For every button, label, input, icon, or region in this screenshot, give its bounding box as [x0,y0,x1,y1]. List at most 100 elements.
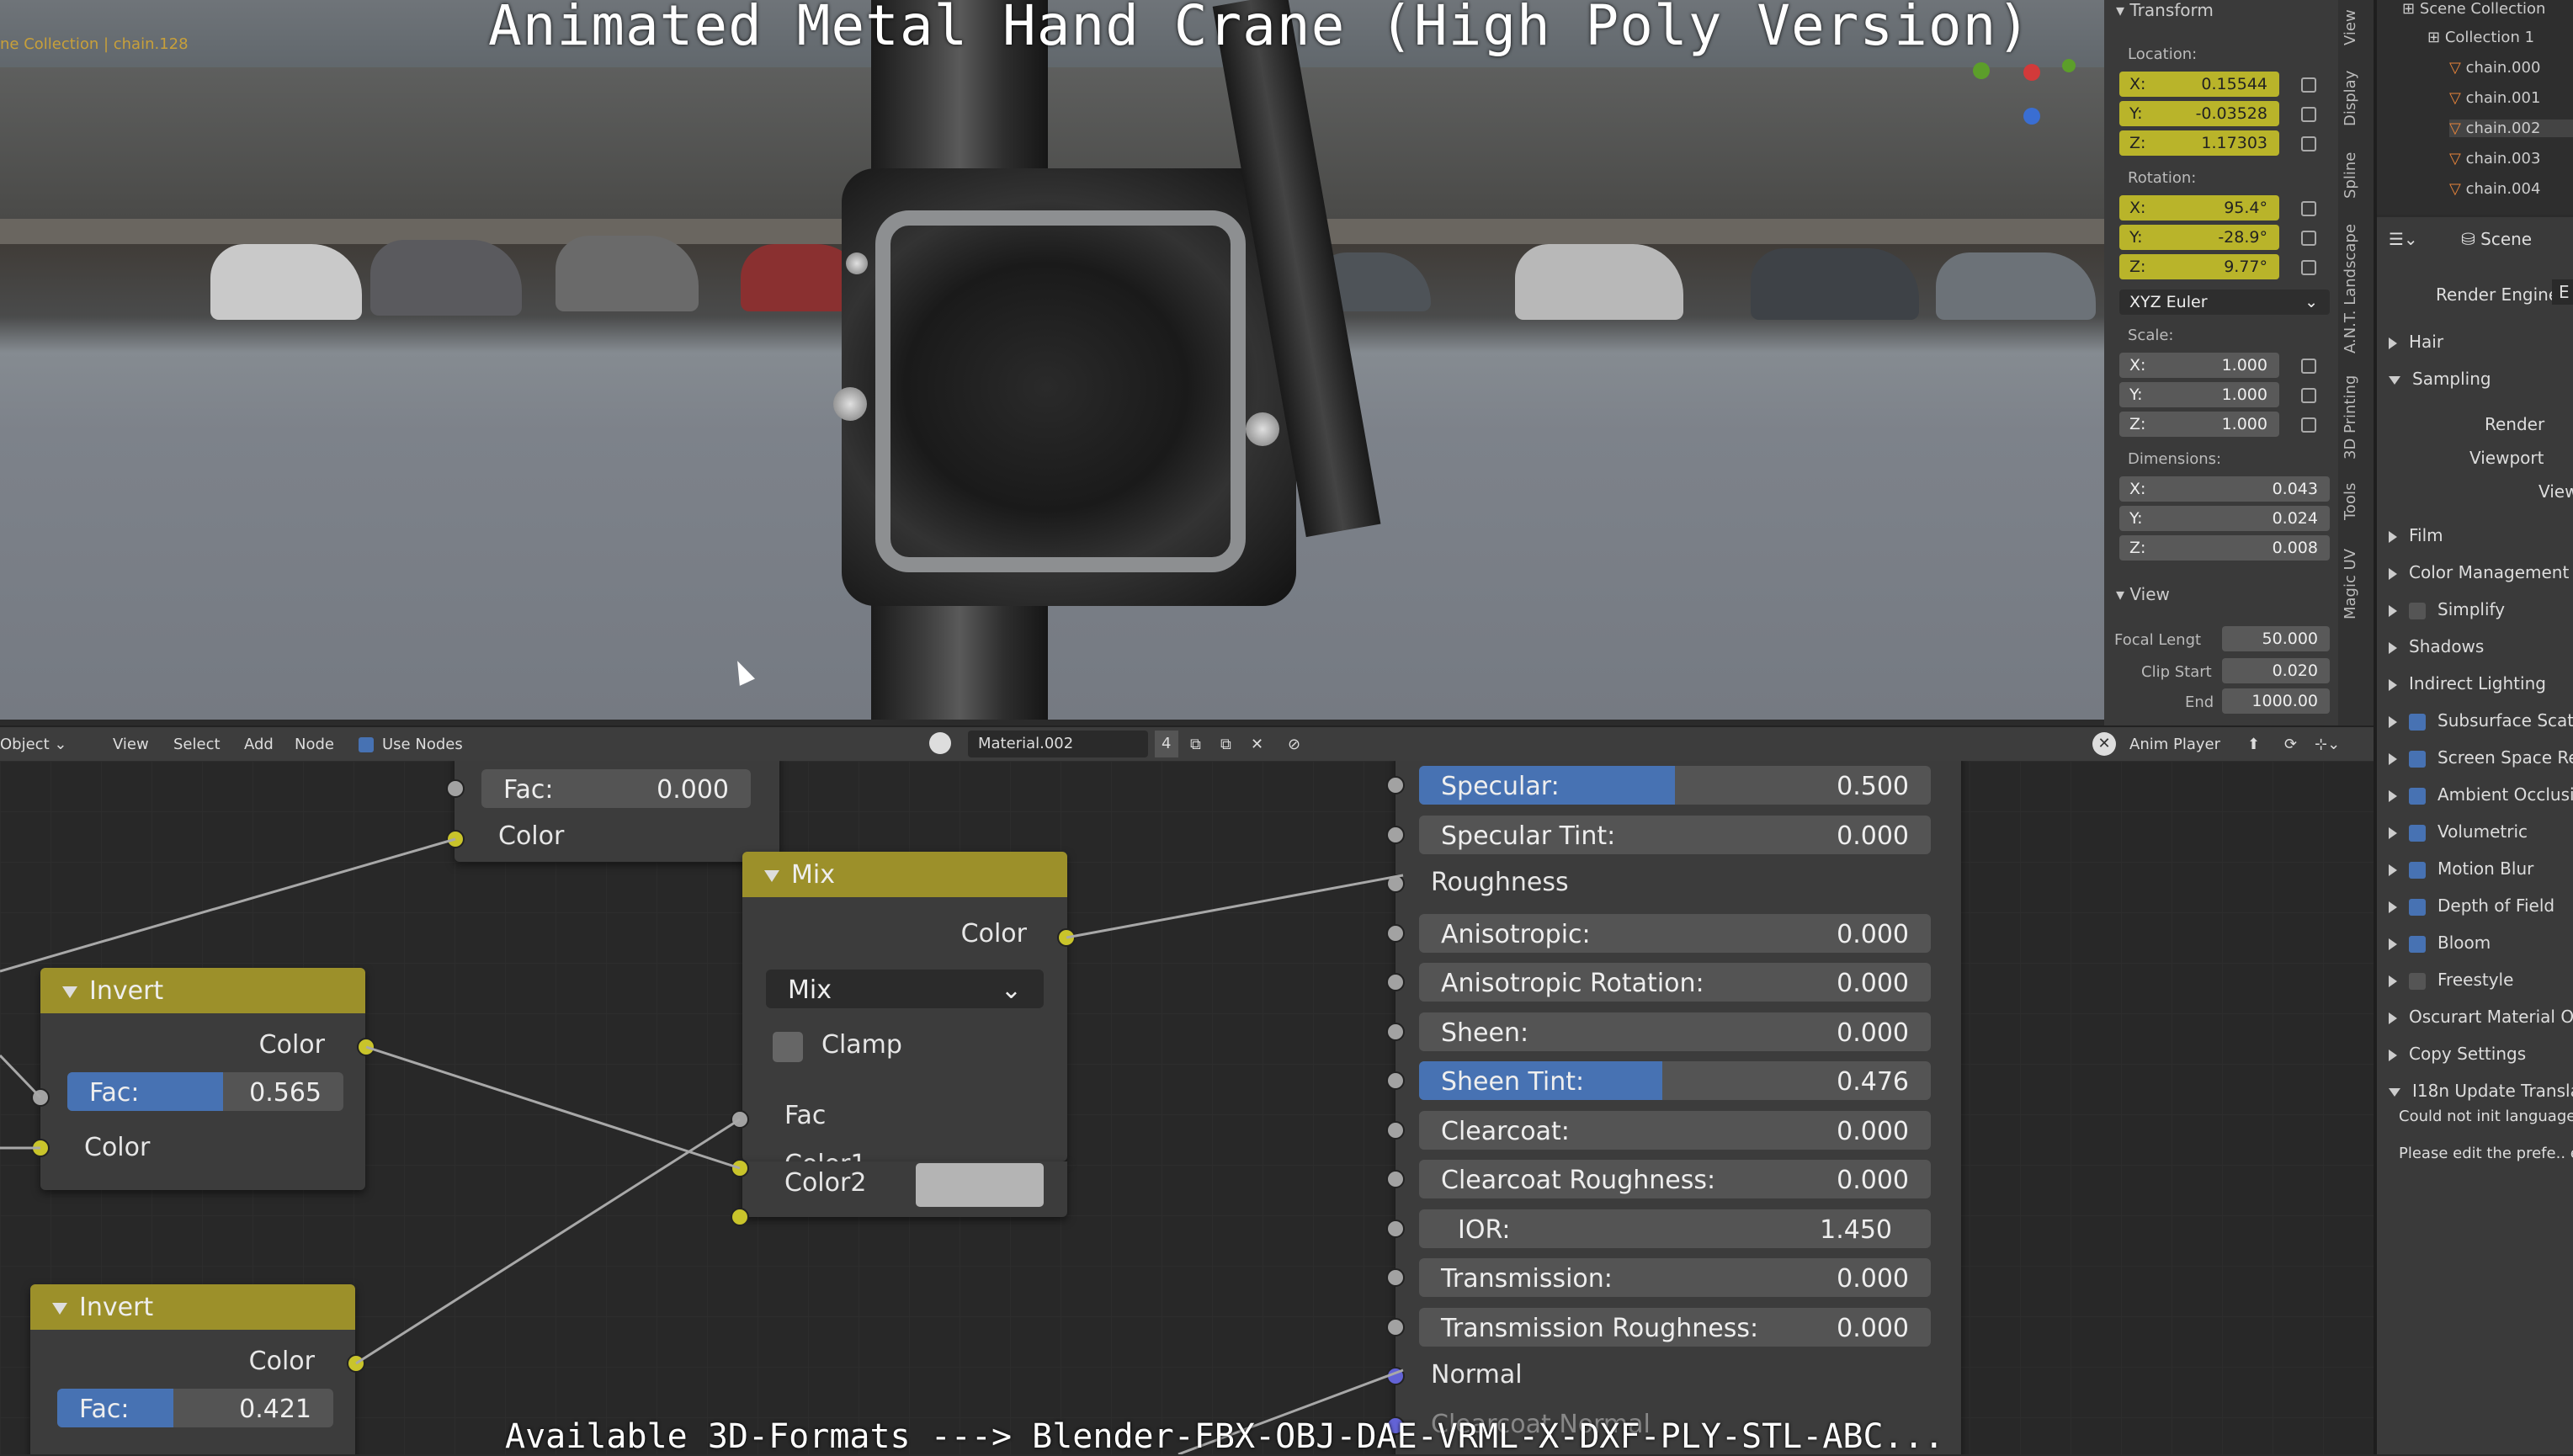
gizmo-z-axis[interactable] [2023,108,2040,125]
lock-icon[interactable] [2301,417,2316,433]
lock-icon[interactable] [2301,201,2316,216]
anim-player-button[interactable]: Anim Player [2129,736,2220,753]
view-panel-header[interactable]: ▾ View [2116,584,2170,604]
menu-view[interactable]: View [113,736,149,753]
focal-length-field[interactable]: 50.000 [2222,626,2330,651]
render-section[interactable]: Indirect Lighting [2389,673,2546,693]
location-y-field[interactable]: Y: -0.03528 [2119,101,2279,126]
scene-tab[interactable]: ⛁ Scene [2461,229,2532,249]
outliner-item[interactable]: ▽ chain.000 [2449,59,2540,77]
transform-header[interactable]: ▾ Transform [2116,0,2214,20]
render-section[interactable]: Subsurface Scat [2389,710,2573,731]
panel-hair[interactable]: Hair [2389,332,2443,352]
tab-tools[interactable]: Tools [2342,483,2359,520]
render-section[interactable]: Motion Blur [2389,858,2533,879]
mode-select[interactable]: Object ⌄ [0,736,66,753]
gizmo-y-axis[interactable] [1973,62,1990,79]
lock-icon[interactable] [2301,260,2316,275]
3d-viewport[interactable]: ne Collection | chain.128 [0,0,2104,720]
lock-icon[interactable] [2301,136,2316,151]
section-checkbox[interactable] [2409,602,2426,619]
render-section[interactable]: Screen Space Re [2389,747,2573,768]
section-checkbox[interactable] [2409,713,2426,731]
rotation-mode-select[interactable]: XYZ Euler ⌄ [2119,290,2330,315]
render-section[interactable]: Ambient Occlusi [2389,784,2573,805]
gizmo-x-axis[interactable] [2023,64,2040,81]
use-nodes-checkbox[interactable]: Use Nodes [359,736,463,753]
tab-3d-printing[interactable]: 3D Printing [2342,375,2359,460]
scale-z-field[interactable]: Z: 1.000 [2119,412,2279,437]
render-section[interactable]: I18n Update Transla [2389,1081,2573,1101]
anim-player-icon[interactable]: ✕ [2092,732,2116,756]
section-checkbox[interactable] [2409,898,2426,916]
tab-ant-landscape[interactable]: A.N.T. Landscape [2342,224,2359,353]
material-name-field[interactable]: Material.002 [968,731,1148,757]
clip-start-field[interactable]: 0.020 [2222,658,2330,683]
outliner-item[interactable]: ▽ chain.004 [2449,180,2540,198]
render-section[interactable]: Freestyle [2389,970,2513,990]
snap-icon[interactable]: ⟳ [2284,736,2297,753]
navigation-gizmo[interactable] [1961,50,2087,135]
section-checkbox[interactable] [2409,935,2426,953]
link [0,1054,42,1099]
outliner-item[interactable]: ▽ chain.003 [2449,150,2540,167]
dimension-x-field[interactable]: X: 0.043 [2119,476,2330,502]
tab-view[interactable]: View [2342,9,2359,45]
tab-spline[interactable]: Spline [2342,152,2359,199]
menu-select[interactable]: Select [173,736,221,753]
material-sphere-icon[interactable] [929,732,951,754]
outliner-item[interactable]: ▽ chain.002 [2449,120,2573,137]
section-checkbox[interactable] [2409,861,2426,879]
render-section[interactable]: Color Management [2389,562,2569,582]
location-x-field[interactable]: X: 0.15544 [2119,72,2279,97]
render-section[interactable]: Depth of Field [2389,895,2554,916]
fake-user-icon[interactable]: ⧉ [1190,736,1201,753]
dimension-z-field[interactable]: Z: 0.008 [2119,535,2330,561]
section-checkbox[interactable] [2409,824,2426,842]
render-section[interactable]: Oscurart Material O [2389,1007,2573,1027]
render-section[interactable]: Film [2389,525,2443,545]
tab-display[interactable]: Display [2342,71,2359,126]
menu-node[interactable]: Node [295,736,334,753]
render-engine-select[interactable]: E [2552,279,2573,305]
section-checkbox[interactable] [2409,787,2426,805]
dimension-y-field[interactable]: Y: 0.024 [2119,506,2330,531]
clip-end-field[interactable]: 1000.00 [2222,688,2330,714]
render-section[interactable]: Bloom [2389,933,2491,953]
render-section[interactable]: Simplify [2389,599,2505,619]
outliner-scene-collection[interactable]: ⊞ Scene Collection [2402,0,2545,18]
outliner-item[interactable]: ▽ chain.001 [2449,89,2540,107]
gizmo-y-neg[interactable] [2062,59,2076,72]
lock-icon[interactable] [2301,107,2316,122]
lock-icon[interactable] [2301,231,2316,246]
location-z-field[interactable]: Z: 1.17303 [2119,130,2279,156]
parked-car [556,236,699,311]
render-section[interactable]: Volumetric [2389,821,2528,842]
material-user-count[interactable]: 4 [1155,731,1178,757]
render-section[interactable]: Shadows [2389,636,2484,656]
scale-y-field[interactable]: Y: 1.000 [2119,382,2279,407]
pin-icon[interactable]: ⊘ [1288,736,1300,753]
panel-sampling[interactable]: Sampling [2389,369,2491,389]
scale-x-field[interactable]: X: 1.000 [2119,353,2279,378]
section-checkbox[interactable] [2409,750,2426,768]
rotation-x-field[interactable]: X: 95.4° [2119,195,2279,221]
tab-magic-uv[interactable]: Magic UV [2342,549,2359,619]
close-icon[interactable]: ✕ [1251,736,1263,753]
scale-label: Scale: [2128,327,2174,344]
section-checkbox[interactable] [2409,972,2426,990]
expand-arrow-icon [2389,789,2397,802]
copy-material-icon[interactable]: ⧉ [1220,736,1231,753]
lock-icon[interactable] [2301,77,2316,93]
rotation-y-field[interactable]: Y: -28.9° [2119,225,2279,250]
outliner-collection[interactable]: ⊞ Collection 1 [2427,29,2534,46]
lock-icon[interactable] [2301,388,2316,403]
editor-type-icon[interactable]: ☰⌄ [2389,229,2418,249]
expand-arrow-icon [2389,938,2397,950]
snap-mode-icon[interactable]: ⊹⌄ [2315,736,2340,753]
lock-icon[interactable] [2301,359,2316,374]
menu-add[interactable]: Add [244,736,274,753]
render-section[interactable]: Copy Settings [2389,1044,2526,1064]
parent-node-icon[interactable]: ⬆ [2247,736,2260,753]
rotation-z-field[interactable]: Z: 9.77° [2119,254,2279,279]
